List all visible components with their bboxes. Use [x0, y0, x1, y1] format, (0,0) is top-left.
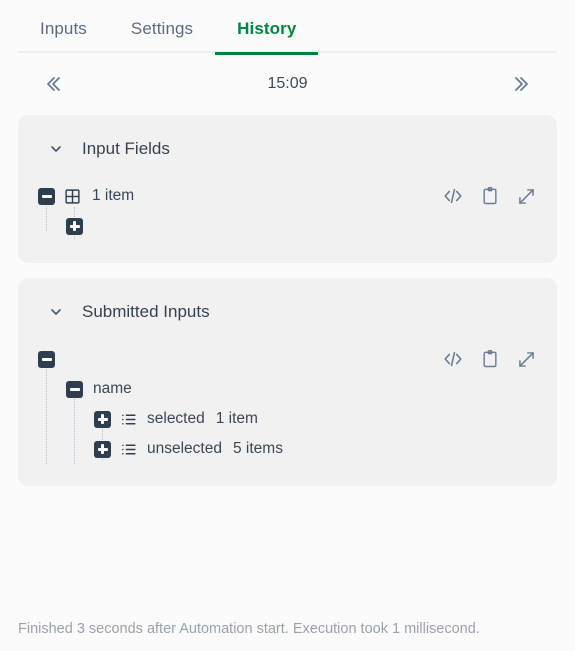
previous-run-button[interactable]: [36, 68, 68, 100]
tree-row[interactable]: 1 item: [38, 181, 537, 211]
card-header-submitted-inputs[interactable]: Submitted Inputs: [38, 296, 537, 322]
expand-toggle-plus-icon[interactable]: [94, 410, 111, 428]
chevron-down-icon: [48, 304, 64, 320]
view-code-button[interactable]: [442, 185, 464, 207]
history-panel: Inputs Settings History 15:09 Input Fiel…: [0, 0, 575, 651]
card-title: Input Fields: [82, 139, 170, 158]
list-icon: [120, 441, 137, 458]
table-icon: [64, 188, 81, 205]
list-icon: [120, 411, 137, 428]
code-icon: [444, 351, 462, 367]
copy-button[interactable]: [480, 349, 500, 369]
expand-icon: [519, 351, 534, 367]
tab-settings[interactable]: Settings: [109, 19, 215, 53]
tree-row-count: 5 items: [232, 440, 283, 457]
row-actions: [442, 348, 537, 370]
tree-submitted-inputs: name selected 1 item unselected 5 items: [38, 344, 537, 464]
tree-input-fields: 1 item: [38, 181, 537, 241]
chevron-double-left-icon: [47, 77, 60, 91]
card-title: Submitted Inputs: [82, 302, 210, 321]
card-input-fields: Input Fields 1 item: [18, 115, 557, 263]
tree-row[interactable]: selected 1 item: [38, 404, 537, 434]
tree-row-count: 1 item: [92, 187, 135, 204]
tab-history[interactable]: History: [215, 19, 319, 55]
tree-row-label: unselected: [147, 440, 222, 457]
tree-row-count: 1 item: [215, 410, 258, 427]
copy-button[interactable]: [480, 186, 500, 206]
card-submitted-inputs: Submitted Inputs name selected 1 item un…: [18, 278, 557, 486]
collapse-toggle-minus-icon[interactable]: [66, 380, 83, 398]
clipboard-icon: [483, 349, 497, 368]
tree-row[interactable]: [38, 211, 537, 241]
execution-status: Finished 3 seconds after Automation star…: [18, 621, 480, 637]
tree-row[interactable]: unselected 5 items: [38, 434, 537, 464]
expand-icon: [519, 188, 534, 204]
expand-toggle-plus-icon[interactable]: [66, 217, 83, 235]
next-run-button[interactable]: [507, 68, 539, 100]
card-header-input-fields[interactable]: Input Fields: [38, 133, 537, 159]
chevron-double-right-icon: [515, 77, 528, 91]
expand-button[interactable]: [516, 349, 537, 370]
clipboard-icon: [483, 186, 497, 205]
expand-toggle-plus-icon[interactable]: [94, 440, 111, 458]
tab-bar: Inputs Settings History: [0, 0, 575, 55]
tree-row-label: selected: [147, 410, 205, 427]
tree-row[interactable]: [38, 344, 537, 374]
tab-inputs[interactable]: Inputs: [18, 19, 109, 53]
history-pager: 15:09: [18, 53, 557, 115]
expand-button[interactable]: [516, 186, 537, 207]
tree-row-label: name: [93, 380, 132, 397]
chevron-down-icon: [48, 141, 64, 157]
row-actions: [442, 185, 537, 207]
code-icon: [444, 188, 462, 204]
view-code-button[interactable]: [442, 348, 464, 370]
collapse-toggle-minus-icon[interactable]: [38, 350, 55, 368]
collapse-toggle-minus-icon[interactable]: [38, 187, 55, 205]
run-timestamp: 15:09: [267, 75, 308, 92]
tree-row[interactable]: name: [38, 374, 537, 404]
